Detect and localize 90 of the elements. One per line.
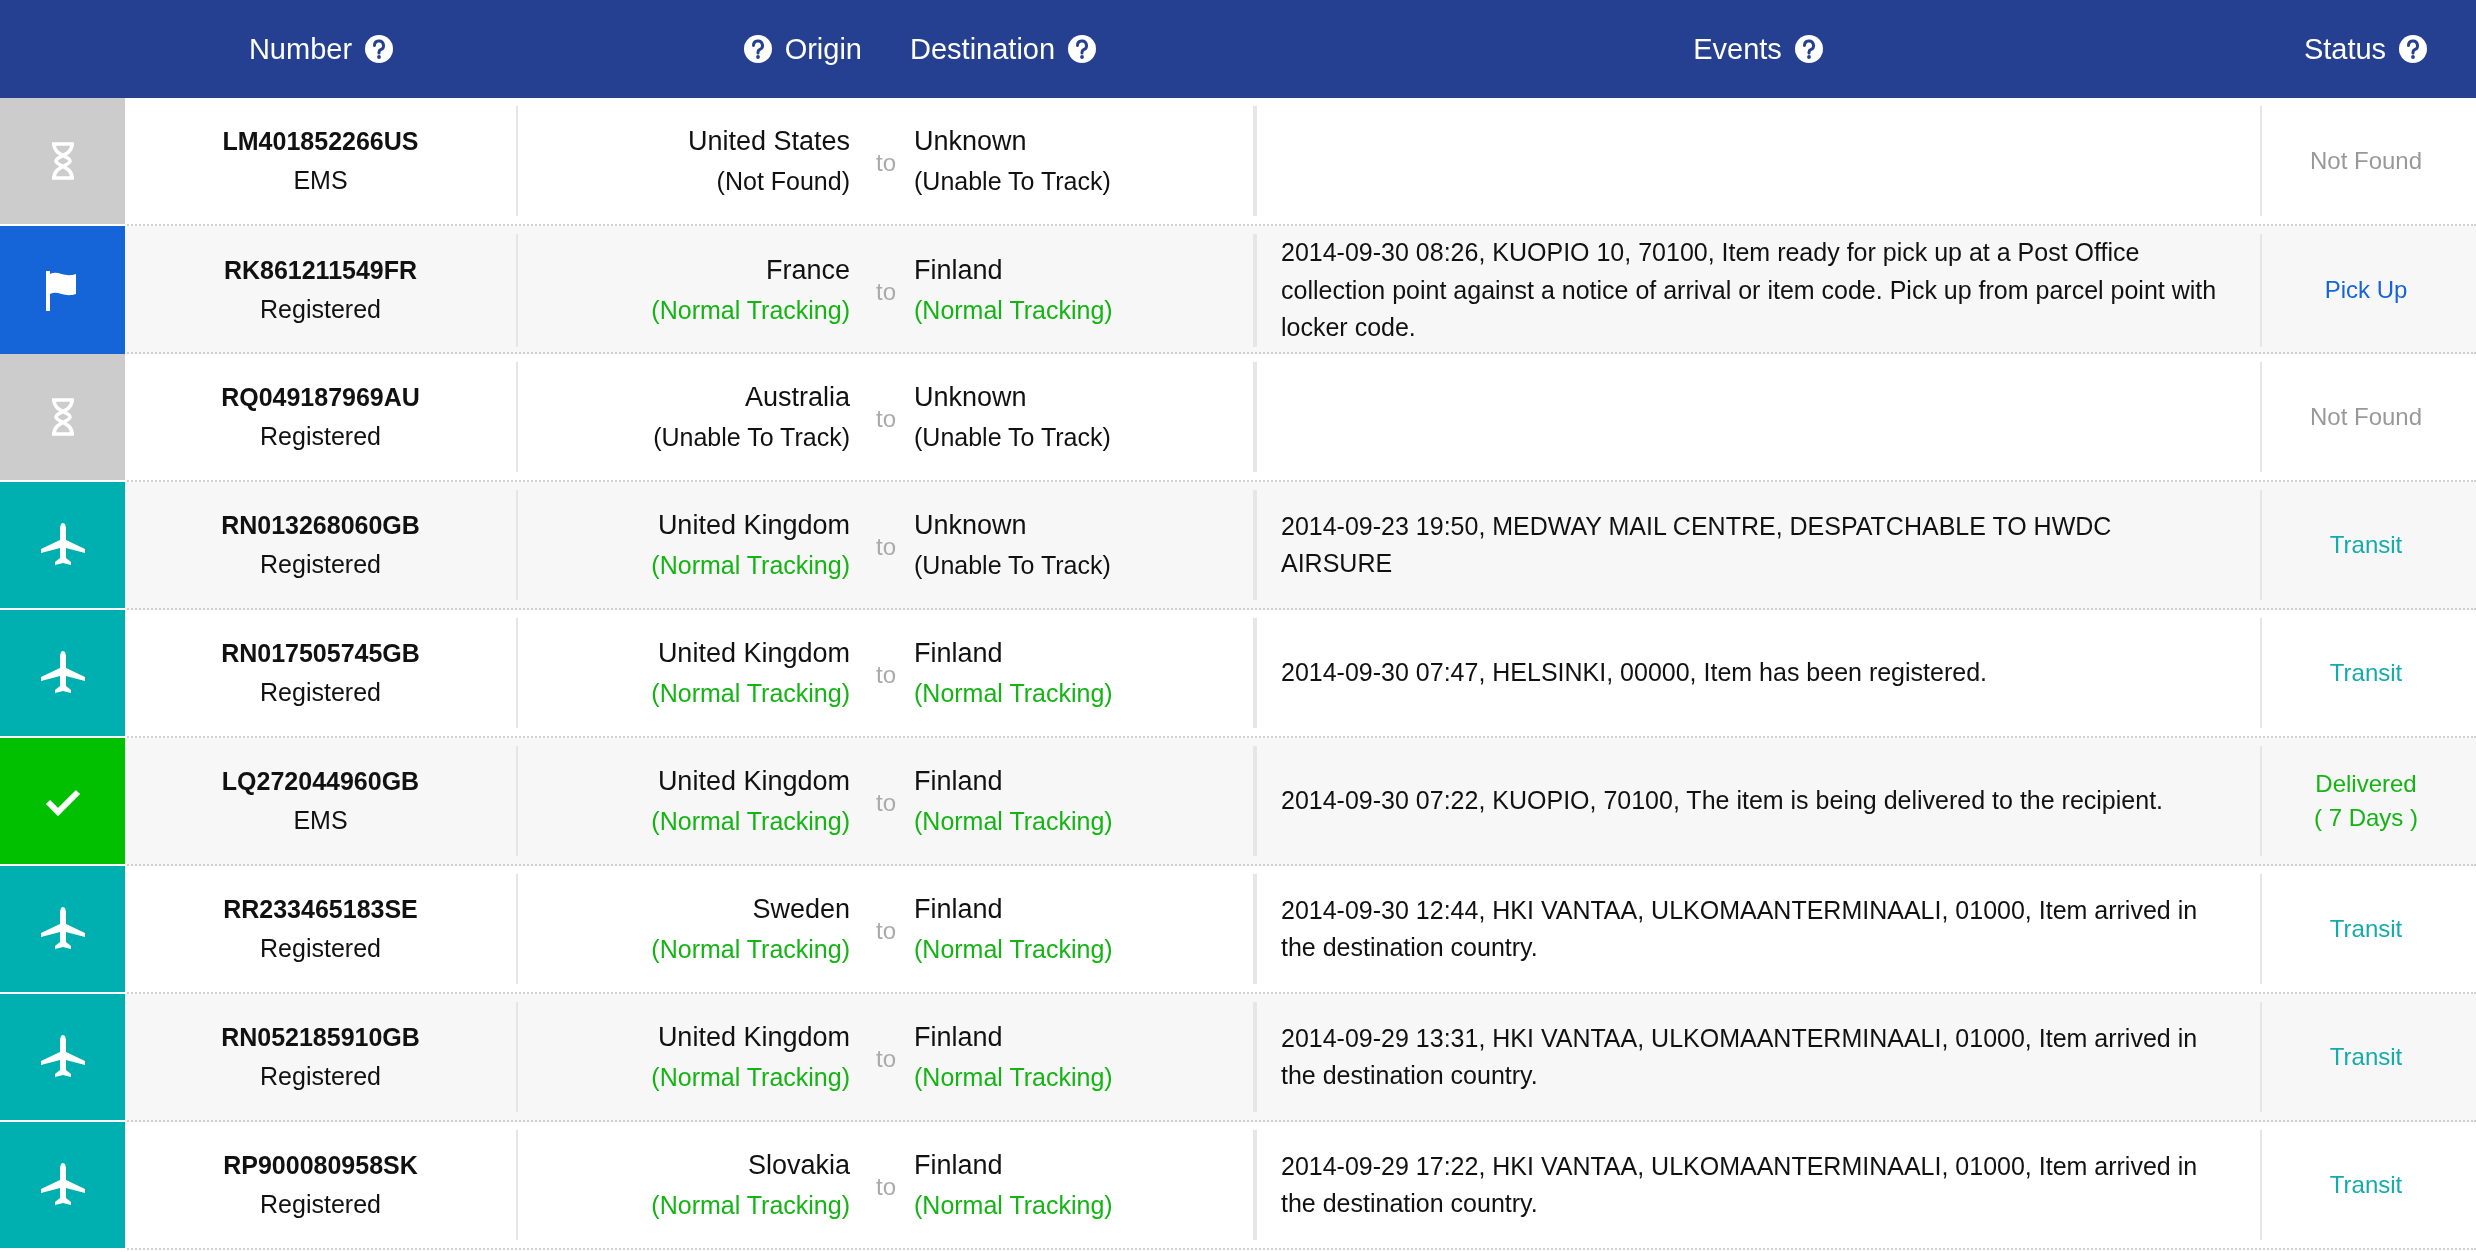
tracking-note: (Normal Tracking) <box>914 807 1113 836</box>
status-label: Transit <box>2329 659 2403 687</box>
help-icon[interactable] <box>364 34 395 64</box>
connector-text: to <box>876 1173 896 1201</box>
tracking-note: (Normal Tracking) <box>914 935 1113 964</box>
carrier-type: Registered <box>260 1062 381 1091</box>
country-name: United Kingdom <box>657 638 850 669</box>
help-icon[interactable] <box>1067 34 1098 64</box>
event-cell: 2014-09-30 07:47, HELSINKI, 00000, Item has been registered. <box>1255 618 2262 728</box>
connector-text: to <box>876 661 896 689</box>
tracking-number[interactable]: RN013268060GB <box>221 511 420 540</box>
tracking-number[interactable]: LQ272044960GB <box>221 767 420 796</box>
status-label: Transit <box>2329 531 2403 559</box>
column-header: Destination <box>910 32 1056 66</box>
tracking-note: (Unable To Track) <box>914 551 1111 580</box>
tracking-note: (Unable To Track) <box>653 423 850 452</box>
carrier-type: Registered <box>260 1190 381 1219</box>
carrier-type: Registered <box>260 295 381 325</box>
status-label: Transit <box>2329 1043 2403 1071</box>
event-cell: 2014-09-30 08:26, KUOPIO 10, 70100, Item ready for pick up at a Post Office collection point against a notice of arrival or item code. Pick up from parcel point with locker code. <box>1255 234 2262 347</box>
tracking-note: (Normal Tracking) <box>651 935 850 964</box>
tracking-note: (Normal Tracking) <box>651 1063 850 1092</box>
status-label: Pick Up <box>2324 276 2408 305</box>
connector-text: to <box>876 789 896 817</box>
tracking-note: (Unable To Track) <box>914 167 1111 196</box>
event-cell: 2014-09-30 12:44, HKI VANTAA, ULKOMAANTERMINAALI, 01000, Item arrived in the destination country. <box>1255 874 2262 984</box>
tracking-number[interactable]: RQ049187969AU <box>221 383 420 412</box>
status-label: Transit <box>2329 915 2403 943</box>
status-label: ( 7 Days ) <box>2314 804 2418 832</box>
help-icon[interactable] <box>742 34 773 64</box>
event-cell: 2014-09-23 19:50, MEDWAY MAIL CENTRE, DESPATCHABLE TO HWDC AIRSURE <box>1255 490 2262 600</box>
country-name: Finland <box>914 638 1003 669</box>
country-name: France <box>765 255 850 287</box>
tracking-note: (Not Found) <box>716 167 850 196</box>
event-cell: 2014-09-29 17:22, HKI VANTAA, ULKOMAANTERMINAALI, 01000, Item arrived in the destination country. <box>1255 1130 2262 1240</box>
help-icon[interactable] <box>1793 34 1824 64</box>
tracking-note: (Normal Tracking) <box>914 296 1113 326</box>
status-label: Delivered <box>2315 770 2417 798</box>
country-name: United Kingdom <box>657 510 850 541</box>
tracking-number[interactable]: RN052185910GB <box>221 1023 420 1052</box>
country-name: United States <box>687 126 850 157</box>
carrier-type: Registered <box>260 550 381 579</box>
connector-text: to <box>876 278 896 307</box>
tracking-number[interactable]: RP900080958SK <box>223 1151 418 1180</box>
country-name: Finland <box>914 1150 1003 1181</box>
connector-text: to <box>876 405 896 433</box>
country-name: United Kingdom <box>657 1022 850 1053</box>
carrier-type: EMS <box>293 806 348 835</box>
help-icon[interactable] <box>2398 34 2429 64</box>
column-header: Origin <box>784 32 862 66</box>
carrier-type: Registered <box>260 422 381 451</box>
country-name: Sweden <box>752 894 850 925</box>
tracking-note: (Normal Tracking) <box>914 679 1113 708</box>
status-label: Not Found <box>2309 147 2423 175</box>
carrier-type: Registered <box>260 678 381 707</box>
tracking-number[interactable]: LM401852266US <box>222 127 419 156</box>
status-label: Not Found <box>2309 403 2423 431</box>
country-name: Finland <box>914 255 1003 287</box>
tracking-note: (Normal Tracking) <box>914 1063 1113 1092</box>
tracking-note: (Normal Tracking) <box>651 1191 850 1220</box>
event-cell: 2014-09-30 07:22, KUOPIO, 70100, The item is being delivered to the recipient. <box>1255 746 2262 856</box>
connector-text: to <box>876 533 896 561</box>
country-name: Unknown <box>914 126 1027 157</box>
column-header: Number <box>248 32 353 66</box>
tracking-note: (Normal Tracking) <box>651 679 850 708</box>
status-label: Transit <box>2329 1171 2403 1199</box>
connector-text: to <box>876 917 896 945</box>
tracking-number[interactable]: RN017505745GB <box>221 639 420 668</box>
carrier-type: Registered <box>260 934 381 963</box>
column-header: Events <box>1693 32 1782 66</box>
connector-text: to <box>876 1045 896 1073</box>
column-header: Status <box>2303 32 2387 66</box>
country-name: United Kingdom <box>657 766 850 797</box>
country-name: Finland <box>914 894 1003 925</box>
country-name: Finland <box>914 766 1003 797</box>
country-name: Finland <box>914 1022 1003 1053</box>
tracking-number[interactable]: RK861211549FR <box>223 256 418 286</box>
country-name: Unknown <box>914 510 1027 541</box>
tracking-note: (Normal Tracking) <box>651 551 850 580</box>
tracking-note: (Normal Tracking) <box>914 1191 1113 1220</box>
tracking-number[interactable]: RR233465183SE <box>223 895 418 924</box>
country-name: Unknown <box>914 382 1027 413</box>
tracking-note: (Normal Tracking) <box>651 807 850 836</box>
carrier-type: EMS <box>293 166 348 195</box>
country-name: Australia <box>744 382 850 413</box>
tracking-note: (Normal Tracking) <box>651 296 850 326</box>
country-name: Slovakia <box>747 1150 850 1181</box>
tracking-note: (Unable To Track) <box>914 423 1111 452</box>
event-cell: 2014-09-29 13:31, HKI VANTAA, ULKOMAANTERMINAALI, 01000, Item arrived in the destination country. <box>1255 1002 2262 1112</box>
connector-text: to <box>876 149 896 177</box>
